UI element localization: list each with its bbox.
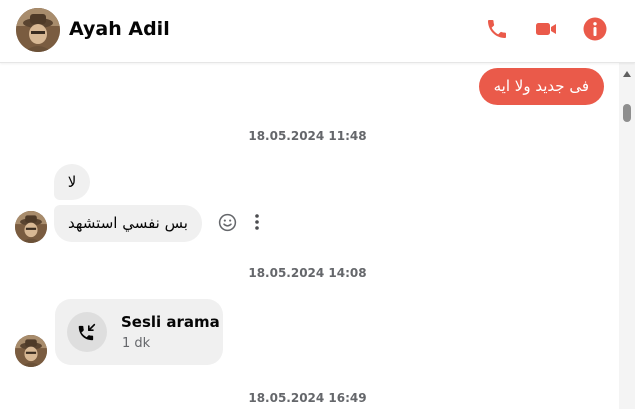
call-icon-circle [67, 312, 107, 352]
phone-icon [488, 20, 506, 38]
scrollbar-thumb[interactable] [623, 104, 631, 122]
video-call-button[interactable] [531, 14, 561, 44]
more-vertical-icon [255, 214, 259, 230]
timestamp: 18.05.2024 14:08 [248, 266, 367, 280]
scrollbar[interactable] [619, 63, 635, 409]
avatar-image [15, 211, 47, 243]
avatar-image [16, 8, 60, 52]
avatar[interactable] [16, 8, 60, 52]
sender-avatar[interactable] [15, 335, 47, 367]
avatar-image [15, 335, 47, 367]
timestamp: 18.05.2024 11:48 [248, 129, 367, 143]
outgoing-message[interactable]: فى جديد ولا ايه [478, 68, 604, 105]
call-title: Sesli arama [121, 313, 220, 331]
more-options-button[interactable] [250, 212, 264, 232]
scroll-up-arrow-icon[interactable] [623, 71, 631, 77]
incoming-message[interactable]: بس نفسي استشهد [54, 205, 202, 242]
smiley-icon [218, 213, 236, 231]
incoming-message[interactable]: لا [54, 164, 90, 200]
messenger-chat-window: Ayah Adil فى جديد ولا ايه 18.05.2024 11:… [0, 0, 635, 409]
call-log-card[interactable]: Sesli arama 1 dk [55, 299, 223, 365]
incoming-call-icon [78, 323, 96, 341]
conversation-info-button[interactable] [580, 14, 610, 44]
timestamp: 18.05.2024 16:49 [248, 391, 367, 405]
contact-name[interactable]: Ayah Adil [69, 17, 170, 41]
info-icon [583, 17, 607, 41]
chat-header: Ayah Adil [0, 0, 635, 63]
react-button[interactable] [217, 212, 237, 232]
video-camera-icon [536, 23, 556, 35]
audio-call-button[interactable] [482, 14, 512, 44]
call-duration: 1 dk [122, 336, 151, 351]
sender-avatar[interactable] [15, 211, 47, 243]
